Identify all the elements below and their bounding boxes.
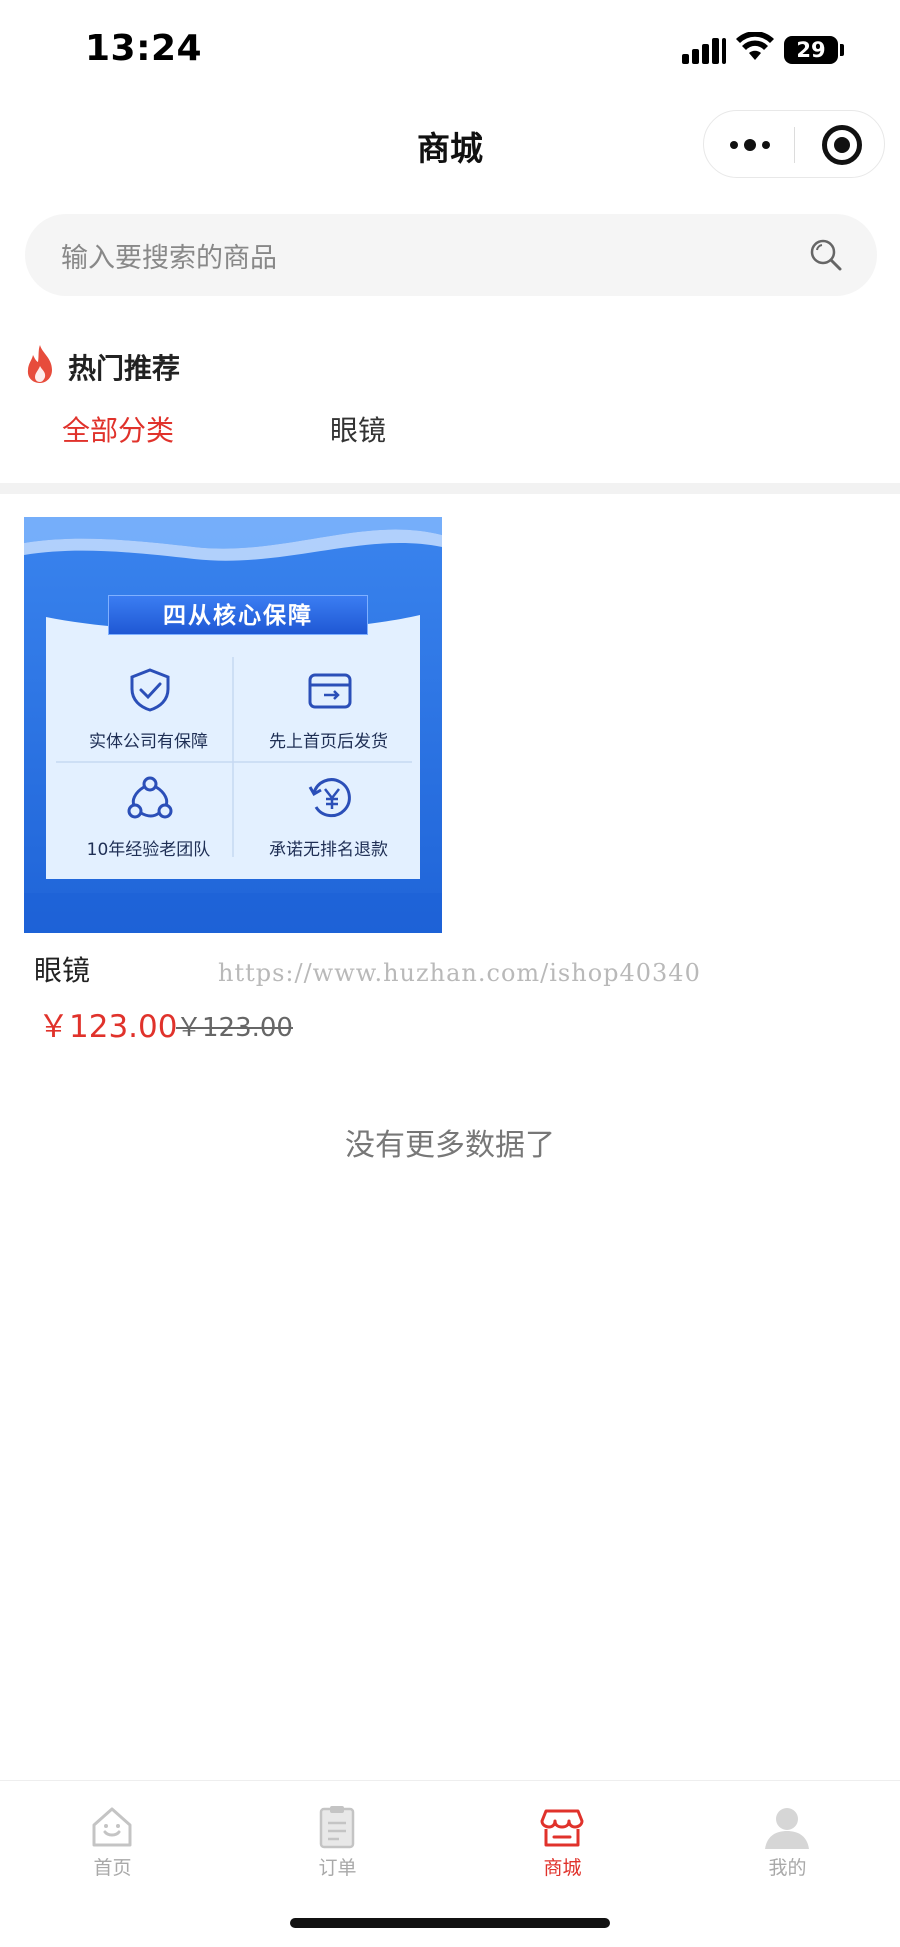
search-placeholder: 输入要搜索的商品 bbox=[61, 243, 277, 274]
tab-glasses[interactable]: 眼镜 bbox=[330, 409, 386, 449]
battery-indicator: 29 bbox=[784, 36, 838, 64]
shield-check-icon bbox=[130, 668, 170, 712]
tabbar-item-home[interactable]: 首页 bbox=[0, 1791, 225, 1891]
home-icon bbox=[92, 1807, 132, 1847]
list-end-message: 没有更多数据了 bbox=[345, 1128, 555, 1163]
more-options-icon[interactable] bbox=[730, 133, 774, 157]
tabbar-item-profile[interactable]: 我的 bbox=[675, 1791, 900, 1891]
miniprogram-capsule bbox=[703, 110, 885, 178]
feature-label: 承诺无排名退款 bbox=[269, 840, 388, 860]
store-icon bbox=[540, 1809, 584, 1847]
tabbar-item-store[interactable]: 商城 bbox=[450, 1791, 675, 1891]
profile-icon bbox=[765, 1808, 809, 1849]
feature-item: 实体公司有保障 bbox=[56, 667, 241, 775]
feature-item: 10年经验老团队 bbox=[56, 775, 241, 883]
feature-label: 10年经验老团队 bbox=[86, 840, 211, 860]
fire-icon bbox=[27, 345, 52, 383]
home-indicator bbox=[290, 1918, 610, 1928]
refund-yen-icon bbox=[308, 778, 351, 818]
status-bar: 13:24 29 bbox=[0, 0, 900, 100]
tabbar-label: 订单 bbox=[318, 1857, 357, 1879]
order-icon bbox=[319, 1806, 355, 1849]
tabbar-item-orders[interactable]: 订单 bbox=[225, 1791, 450, 1891]
cellular-signal-icon bbox=[682, 36, 726, 64]
feature-label: 实体公司有保障 bbox=[89, 732, 208, 752]
tabbar-label: 我的 bbox=[768, 1857, 807, 1879]
feature-item: 承诺无排名退款 bbox=[236, 775, 421, 883]
tabbar-label: 商城 bbox=[543, 1857, 582, 1879]
product-original-price: ￥123.00 bbox=[176, 1013, 293, 1043]
search-input[interactable]: 输入要搜索的商品 bbox=[25, 214, 877, 296]
delivery-box-icon bbox=[308, 673, 352, 709]
product-image[interactable]: 四从核心保障 实体公司有保障 先上首页后发货 10年经验老团队 承诺无排名退款 bbox=[24, 517, 442, 933]
capsule-divider bbox=[794, 127, 795, 163]
section-title: 热门推荐 bbox=[68, 352, 181, 385]
battery-tip bbox=[840, 44, 844, 56]
feature-label: 先上首页后发货 bbox=[269, 732, 388, 752]
product-price: ￥123.00 bbox=[38, 1009, 178, 1045]
feature-panel: 实体公司有保障 先上首页后发货 10年经验老团队 承诺无排名退款 bbox=[46, 617, 420, 897]
team-network-icon bbox=[127, 776, 173, 819]
section-divider bbox=[0, 483, 900, 494]
status-time: 13:24 bbox=[85, 28, 203, 69]
category-tabs: 全部分类 眼镜 bbox=[0, 405, 900, 455]
search-icon[interactable] bbox=[809, 238, 843, 272]
product-name[interactable]: 眼镜 bbox=[34, 949, 90, 989]
tab-all-categories[interactable]: 全部分类 bbox=[62, 409, 174, 449]
feature-item: 先上首页后发货 bbox=[236, 667, 421, 775]
close-miniprogram-icon[interactable] bbox=[822, 125, 862, 165]
wifi-icon bbox=[736, 32, 774, 60]
watermark-url: https://www.huzhan.com/ishop40340 bbox=[218, 959, 701, 987]
tabbar-label: 首页 bbox=[93, 1857, 132, 1879]
